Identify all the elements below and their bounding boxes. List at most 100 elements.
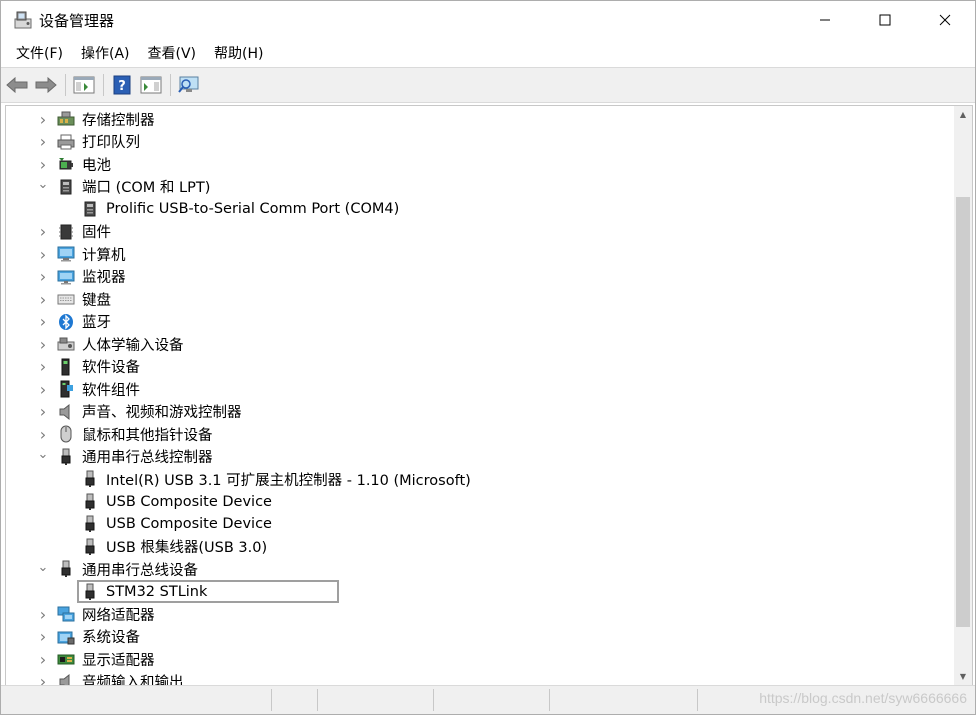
tree-item-label: Prolific USB-to-Serial Comm Port (COM4): [106, 201, 400, 218]
chevron-right-icon[interactable]: ›: [36, 425, 50, 444]
chevron-down-icon[interactable]: ⌄: [36, 447, 50, 462]
scan-hardware-button[interactable]: [177, 73, 201, 97]
menu-view[interactable]: 查看(V): [139, 40, 206, 66]
help-icon: ?: [113, 75, 131, 95]
print-queue-icon: [57, 133, 75, 151]
chevron-right-icon[interactable]: ›: [36, 245, 50, 264]
network-adapter-icon: [57, 605, 75, 623]
chevron-right-icon[interactable]: ›: [36, 650, 50, 669]
menu-bar: 文件(F) 操作(A) 查看(V) 帮助(H): [1, 39, 975, 67]
port-icon: [81, 200, 99, 218]
maximize-icon: [879, 14, 891, 26]
menu-help[interactable]: 帮助(H): [205, 40, 272, 66]
chevron-right-icon[interactable]: ›: [36, 155, 50, 174]
monitor-icon: [57, 268, 75, 286]
bluetooth-icon: [57, 313, 75, 331]
firmware-icon: [57, 223, 75, 241]
title-bar[interactable]: 设备管理器: [1, 1, 975, 39]
properties-icon: [73, 76, 95, 94]
tree-category[interactable]: › 网络适配器: [6, 603, 954, 626]
chevron-right-icon[interactable]: ›: [36, 110, 50, 129]
tree-category[interactable]: › 系统设备: [6, 626, 954, 649]
port-icon: [57, 178, 75, 196]
tree-item-label: 人体学输入设备: [82, 337, 184, 354]
close-icon: [939, 14, 951, 26]
chevron-right-icon[interactable]: ›: [36, 267, 50, 286]
minimize-button[interactable]: [795, 1, 855, 39]
help-button[interactable]: ?: [110, 73, 134, 97]
software-device-icon: [57, 358, 75, 376]
tree-category[interactable]: › 蓝牙: [6, 311, 954, 334]
chevron-down-icon[interactable]: ⌄: [36, 177, 50, 192]
device-tree-list: › 存储控制器 › 打印队列 › 电池 ⌄ 端口 (COM 和 LPT) Prolific US…: [6, 108, 954, 685]
chevron-right-icon[interactable]: ›: [36, 402, 50, 421]
tree-category[interactable]: › 声音、视频和游戏控制器: [6, 401, 954, 424]
vertical-scrollbar[interactable]: ▲ ▼: [954, 106, 972, 685]
tree-category[interactable]: › 鼠标和其他指针设备: [6, 423, 954, 446]
chevron-right-icon[interactable]: ›: [36, 290, 50, 309]
tree-device[interactable]: USB Composite Device: [6, 513, 954, 536]
usb-plug-icon: [57, 560, 75, 578]
tree-category[interactable]: › 软件设备: [6, 356, 954, 379]
device-tree[interactable]: › 存储控制器 › 打印队列 › 电池 ⌄ 端口 (COM 和 LPT) Prolific US…: [5, 105, 973, 686]
status-divider: [317, 689, 318, 711]
mouse-icon: [57, 425, 75, 443]
scroll-up-button[interactable]: ▲: [954, 106, 972, 123]
selection-focus-rect: [77, 579, 339, 603]
chevron-right-icon[interactable]: ›: [36, 627, 50, 646]
watermark-text: https://blog.csdn.net/syw6666666: [759, 690, 967, 706]
menu-action[interactable]: 操作(A): [72, 40, 139, 66]
tree-category[interactable]: › 软件组件: [6, 378, 954, 401]
tree-device[interactable]: Intel(R) USB 3.1 可扩展主机控制器 - 1.10 (Micros…: [6, 468, 954, 491]
tree-item-label: 通用串行总线控制器: [82, 450, 213, 467]
maximize-button[interactable]: [855, 1, 915, 39]
tree-item-label: 系统设备: [82, 630, 140, 647]
tree-category[interactable]: › 打印队列: [6, 131, 954, 154]
chevron-right-icon[interactable]: ›: [36, 605, 50, 624]
tree-item-label: USB Composite Device: [106, 493, 272, 510]
tree-device[interactable]: USB 根集线器(USB 3.0): [6, 536, 954, 559]
tree-category[interactable]: › 音频输入和输出: [6, 671, 954, 685]
tree-category[interactable]: › 存储控制器: [6, 108, 954, 131]
tree-item-label: 网络适配器: [82, 607, 155, 624]
menu-file[interactable]: 文件(F): [7, 40, 72, 66]
scroll-down-button[interactable]: ▼: [954, 668, 972, 685]
usb-plug-icon: [81, 470, 99, 488]
tree-category[interactable]: › 电池: [6, 153, 954, 176]
status-divider: [697, 689, 698, 711]
toolbar-separator: [170, 74, 171, 96]
tree-category[interactable]: › 监视器: [6, 266, 954, 289]
chevron-right-icon[interactable]: ›: [36, 312, 50, 331]
tree-category[interactable]: › 键盘: [6, 288, 954, 311]
tree-category[interactable]: › 人体学输入设备: [6, 333, 954, 356]
chevron-right-icon[interactable]: ›: [36, 357, 50, 376]
status-divider: [271, 689, 272, 711]
usb-plug-icon: [81, 538, 99, 556]
chevron-right-icon[interactable]: ›: [36, 132, 50, 151]
usb-plug-icon: [57, 448, 75, 466]
tree-category[interactable]: › 计算机: [6, 243, 954, 266]
display-adapter-icon: [57, 650, 75, 668]
update-driver-button[interactable]: [139, 73, 163, 97]
toolbar-separator: [103, 74, 104, 96]
svg-text:?: ?: [118, 79, 126, 94]
tree-device[interactable]: USB Composite Device: [6, 491, 954, 514]
toolbar: ?: [1, 67, 975, 103]
chevron-right-icon[interactable]: ›: [36, 335, 50, 354]
tree-device[interactable]: Prolific USB-to-Serial Comm Port (COM4): [6, 198, 954, 221]
scroll-thumb[interactable]: [956, 197, 970, 627]
close-button[interactable]: [915, 1, 975, 39]
properties-button[interactable]: [72, 73, 96, 97]
chevron-down-icon[interactable]: ⌄: [36, 560, 50, 575]
audio-io-icon: [57, 673, 75, 685]
forward-button[interactable]: [34, 73, 58, 97]
tree-category[interactable]: › 显示适配器: [6, 648, 954, 671]
tree-category[interactable]: ⌄ 通用串行总线设备: [6, 558, 954, 581]
tree-device[interactable]: STM32 STLink: [6, 579, 954, 604]
tree-category[interactable]: › 固件: [6, 221, 954, 244]
tree-category[interactable]: ⌄ 端口 (COM 和 LPT): [6, 176, 954, 199]
tree-category[interactable]: ⌄ 通用串行总线控制器: [6, 446, 954, 469]
chevron-right-icon[interactable]: ›: [36, 380, 50, 399]
chevron-right-icon[interactable]: ›: [36, 222, 50, 241]
back-button[interactable]: [5, 73, 29, 97]
